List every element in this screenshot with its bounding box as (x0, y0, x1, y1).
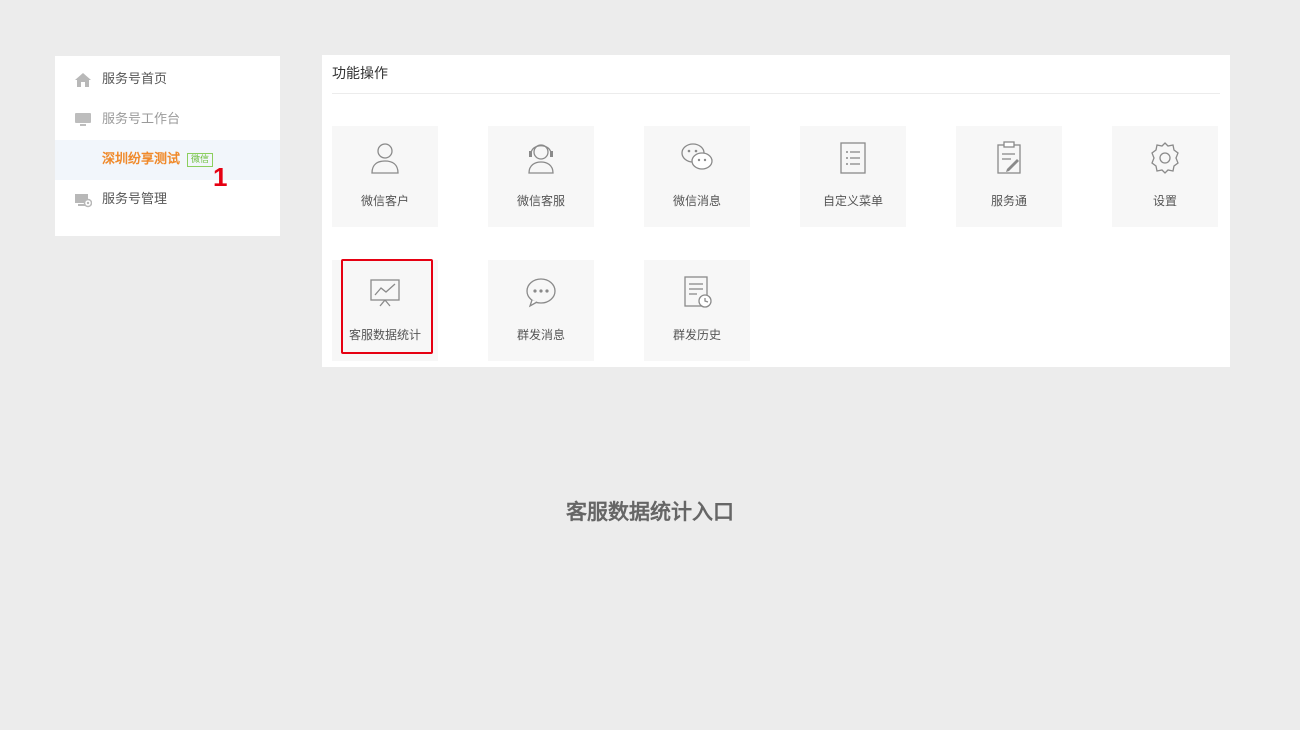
sidebar-item-shenzhen-test[interactable]: 深圳纷享测试 微信 (55, 140, 280, 180)
panel-title: 功能操作 (332, 66, 388, 82)
tile-label: 群发历史 (672, 328, 721, 342)
chat-bubble-icon (526, 278, 556, 308)
sidebar-item-label: 服务号工作台 (102, 112, 181, 127)
tile-settings[interactable]: 设置 (1112, 126, 1218, 227)
home-icon (75, 73, 91, 87)
divider (332, 93, 1220, 94)
monitor-icon (75, 113, 91, 126)
tile-label: 服务通 (990, 194, 1027, 208)
caption: 客服数据统计入口 (566, 500, 734, 524)
step-marker: 1 (213, 162, 228, 192)
gear-icon (1151, 142, 1179, 174)
highlight-box (341, 259, 433, 354)
tile-wechat-customer[interactable]: 微信客户 (332, 126, 438, 227)
clipboard-edit-icon (997, 141, 1021, 174)
tile-custom-menu[interactable]: 自定义菜单 (800, 126, 906, 227)
sidebar-item-home[interactable]: 服务号首页 (55, 60, 280, 100)
tile-mass-history[interactable]: 群发历史 (644, 260, 750, 361)
sidebar: 服务号首页 服务号工作台 深圳纷享测试 微信 服务号管理 (55, 56, 280, 236)
user-icon (371, 143, 399, 174)
sidebar-item-label: 服务号管理 (102, 192, 168, 207)
function-panel: 功能操作 微信客户 微信客服 微信消息 自定义菜单 服务通 设置 客服数据统计 … (322, 55, 1230, 367)
history-document-icon (684, 276, 712, 308)
tile-mass-message[interactable]: 群发消息 (488, 260, 594, 361)
wechat-chat-icon (681, 143, 713, 170)
tile-label: 微信客户 (360, 194, 409, 208)
sidebar-item-manage[interactable]: 服务号管理 (55, 180, 280, 220)
tile-service-tong[interactable]: 服务通 (956, 126, 1062, 227)
tile-wechat-message[interactable]: 微信消息 (644, 126, 750, 227)
headset-agent-icon (528, 144, 554, 174)
tile-label: 微信消息 (672, 194, 721, 208)
sidebar-item-label: 深圳纷享测试 (102, 152, 181, 167)
tile-label: 群发消息 (516, 328, 565, 342)
manage-settings-icon (75, 194, 92, 208)
tile-label: 自定义菜单 (822, 194, 883, 208)
tile-label: 设置 (1152, 194, 1177, 208)
wechat-badge: 微信 (187, 153, 214, 167)
sidebar-item-label: 服务号首页 (102, 72, 168, 87)
menu-list-icon (840, 142, 866, 174)
tile-wechat-service[interactable]: 微信客服 (488, 126, 594, 227)
sidebar-item-workbench[interactable]: 服务号工作台 (55, 100, 280, 140)
tile-label: 微信客服 (516, 194, 565, 208)
